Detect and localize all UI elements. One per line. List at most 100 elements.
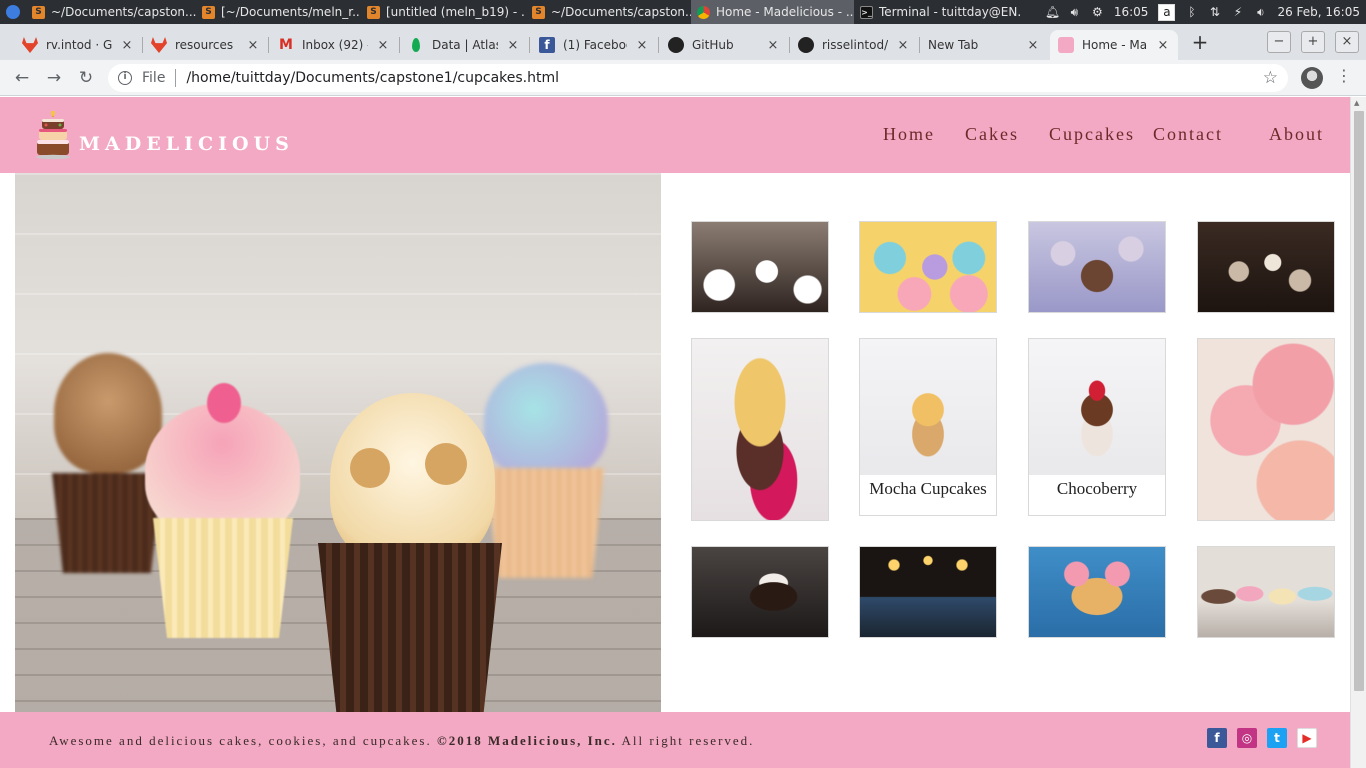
brand-name[interactable]: MADELICIOUS <box>79 133 294 155</box>
forward-arrow-icon[interactable]: → <box>42 66 66 90</box>
site-header: MADELICIOUS Home Cakes Cupcakes Contact … <box>0 97 1350 173</box>
maximize-window-button[interactable]: + <box>1301 31 1325 53</box>
github-icon <box>668 37 684 53</box>
tab-close-icon[interactable]: × <box>120 38 134 53</box>
taskbar-task-sublime-3[interactable]: S [untitled (meln_b19) - ... <box>361 0 526 24</box>
gallery-tile[interactable] <box>1028 221 1166 313</box>
browser-tab[interactable]: rv.intod · Gi × <box>14 30 142 60</box>
gallery-tile[interactable] <box>1028 546 1166 638</box>
taskbar-task-sublime-2[interactable]: S [~/Documents/meln_r... <box>196 0 361 24</box>
browser-tab[interactable]: risselintod/ × <box>790 30 918 60</box>
url-text[interactable]: /home/tuittday/Documents/capstone1/cupca… <box>186 70 559 86</box>
gallery-tile[interactable] <box>691 221 829 313</box>
tab-close-icon[interactable]: × <box>1026 38 1040 53</box>
taskbar-task-label: [~/Documents/meln_r... <box>221 5 361 19</box>
tab-title: GitHub <box>692 38 734 52</box>
reload-icon[interactable]: ↻ <box>74 66 98 90</box>
system-tray: 🔔︎ 🔊︎ ⚙ 16:05 a ᛒ ⇅ ⚡︎ 🔉︎ 26 Feb, 16:05 <box>1045 0 1366 24</box>
tab-close-icon[interactable]: × <box>896 38 910 53</box>
gallery-tile[interactable] <box>1197 338 1335 521</box>
close-window-button[interactable]: × <box>1335 31 1359 53</box>
settings-gear-icon[interactable]: ⚙ <box>1091 5 1104 19</box>
gallery-tile[interactable] <box>691 338 829 521</box>
nav-contact[interactable]: Contact <box>1153 124 1223 145</box>
tab-close-icon[interactable]: × <box>1156 38 1170 53</box>
tab-separator <box>658 37 659 53</box>
app-menu-button[interactable] <box>0 0 26 24</box>
os-taskbar: S ~/Documents/capston... S [~/Documents/… <box>0 0 1366 24</box>
gallery-tile-chocoberry[interactable]: Chocoberry <box>1028 338 1166 516</box>
browser-tab-active[interactable]: Home - Ma × <box>1050 30 1178 60</box>
tray-clock[interactable]: 16:05 <box>1114 5 1149 19</box>
bluetooth-icon[interactable]: ᛒ <box>1185 5 1198 19</box>
nav-cakes[interactable]: Cakes <box>965 124 1019 145</box>
taskbar-task-label: ~/Documents/capston... <box>551 5 691 19</box>
browser-tab[interactable]: GitHub × <box>660 30 788 60</box>
tab-close-icon[interactable]: × <box>376 38 390 53</box>
gallery-tile[interactable] <box>859 546 997 638</box>
chocoberry-cupcake-photo <box>1029 339 1165 475</box>
sublime-icon: S <box>32 5 45 19</box>
gallery-tile[interactable] <box>859 221 997 313</box>
address-divider <box>175 69 177 87</box>
browser-toolbar: ← → ↻ i File /home/tuittday/Documents/ca… <box>0 60 1366 96</box>
nav-about[interactable]: About <box>1269 124 1324 145</box>
cupcake-row-photo <box>1198 547 1334 637</box>
address-bar[interactable]: i File /home/tuittday/Documents/capstone… <box>108 64 1288 92</box>
network-icon[interactable]: ⇅ <box>1208 5 1221 19</box>
bookmark-star-icon[interactable]: ☆ <box>1263 68 1278 88</box>
golden-cupcake-ribbon-photo <box>692 339 828 520</box>
gallery-tile[interactable] <box>691 546 829 638</box>
new-tab-button[interactable]: + <box>1188 30 1212 54</box>
browser-tab[interactable]: M Inbox (92) - × <box>270 30 398 60</box>
scroll-up-arrow-icon[interactable]: ▲ <box>1354 99 1359 107</box>
back-arrow-icon[interactable]: ← <box>10 66 34 90</box>
gmail-icon: M <box>279 37 293 53</box>
browser-tab[interactable]: f (1) Faceboo × <box>531 30 657 60</box>
taskbar-task-sublime-4[interactable]: S ~/Documents/capston... <box>526 0 691 24</box>
facebook-icon: f <box>539 37 555 53</box>
nav-home[interactable]: Home <box>883 124 935 145</box>
power-icon[interactable]: ⚡︎ <box>1231 5 1244 19</box>
gallery-tile-mocha[interactable]: Mocha Cupcakes <box>859 338 997 516</box>
twitter-icon[interactable]: t <box>1267 728 1287 748</box>
notification-bell-icon[interactable]: 🔔︎ <box>1045 5 1060 19</box>
browser-menu-icon[interactable]: ⋮ <box>1336 66 1352 85</box>
tab-close-icon[interactable]: × <box>246 38 260 53</box>
tab-close-icon[interactable]: × <box>506 38 520 53</box>
dark-frosted-cupcakes-photo <box>692 222 828 312</box>
taskbar-task-sublime-1[interactable]: S ~/Documents/capston... <box>26 0 196 24</box>
tab-title: New Tab <box>928 38 979 52</box>
cake-icon <box>1058 37 1074 53</box>
facebook-icon[interactable]: f <box>1207 728 1227 748</box>
browser-tab[interactable]: resources · × <box>143 30 268 60</box>
sublime-icon: S <box>532 5 545 19</box>
profile-avatar[interactable] <box>1301 67 1323 89</box>
footer-tagline: Awesome and delicious cakes, cookies, an… <box>49 733 432 748</box>
scrollbar-thumb[interactable] <box>1354 111 1364 691</box>
browser-tab[interactable]: New Tab × <box>920 30 1048 60</box>
tray-datetime[interactable]: 26 Feb, 16:05 <box>1277 5 1360 19</box>
youtube-icon[interactable]: ▶ <box>1297 728 1317 748</box>
browser-tab[interactable]: Data | Atlas × <box>400 30 528 60</box>
tab-close-icon[interactable]: × <box>635 38 649 53</box>
keyboard-layout-indicator[interactable]: a <box>1158 3 1176 21</box>
sublime-icon: S <box>367 5 380 19</box>
info-icon[interactable]: i <box>118 71 132 85</box>
taskbar-task-terminal[interactable]: >_ Terminal - tuittday@EN... <box>854 0 1022 24</box>
speaker-icon[interactable]: 🔉︎ <box>1254 5 1267 19</box>
volume-icon[interactable]: 🔊︎ <box>1068 5 1081 19</box>
browser-tab-strip: rv.intod · Gi × resources · × M Inbox (9… <box>0 24 1366 60</box>
tile-caption: Chocoberry <box>1056 479 1138 498</box>
taskbar-task-chrome[interactable]: Home - Madelicious - ... <box>691 0 854 24</box>
minimize-window-button[interactable]: − <box>1267 31 1291 53</box>
cake-logo-icon[interactable] <box>36 111 70 159</box>
instagram-icon[interactable]: ◎ <box>1237 728 1257 748</box>
tab-separator <box>529 37 530 53</box>
gallery-tile[interactable] <box>1197 221 1335 313</box>
page-scrollbar[interactable]: ▲ <box>1350 97 1366 768</box>
gallery-tile[interactable] <box>1197 546 1335 638</box>
tab-title: Home - Ma <box>1082 38 1148 52</box>
tab-close-icon[interactable]: × <box>766 38 780 53</box>
nav-cupcakes[interactable]: Cupcakes <box>1049 124 1135 145</box>
